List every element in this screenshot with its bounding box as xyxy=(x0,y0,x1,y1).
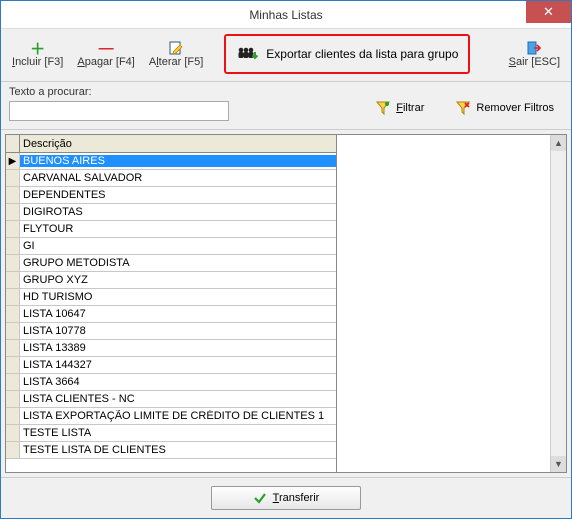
cell-descricao: GI xyxy=(20,240,336,252)
grid[interactable]: Descrição ▶BUENOS AIRES CARVANAL SALVADOR… xyxy=(5,134,337,473)
row-indicator xyxy=(6,425,20,441)
table-row[interactable]: CARVANAL SALVADOR xyxy=(6,170,336,187)
group-export-icon xyxy=(236,45,258,63)
cell-descricao: TESTE LISTA xyxy=(20,427,336,439)
table-row[interactable]: TESTE LISTA xyxy=(6,425,336,442)
table-row[interactable]: LISTA EXPORTAÇÃO LIMITE DE CRÉDITO DE CL… xyxy=(6,408,336,425)
remover-filtros-label: Remover Filtros xyxy=(476,102,554,114)
apagar-label: Apagar [F4] xyxy=(77,57,134,69)
row-indicator xyxy=(6,391,20,407)
search-input[interactable] xyxy=(9,101,229,121)
close-icon: ✕ xyxy=(543,4,554,20)
column-header-descricao[interactable]: Descrição xyxy=(20,138,336,150)
table-row[interactable]: GRUPO METODISTA xyxy=(6,255,336,272)
table-row[interactable]: LISTA CLIENTES - NC xyxy=(6,391,336,408)
incluir-label: Incluir [F3] xyxy=(12,57,63,69)
funnel-icon xyxy=(376,101,390,115)
scrollbar-vertical[interactable]: ▲ ▼ xyxy=(550,135,566,472)
cell-descricao: CARVANAL SALVADOR xyxy=(20,172,336,184)
cell-descricao: DIGIROTAS xyxy=(20,206,336,218)
table-row[interactable]: ▶BUENOS AIRES xyxy=(6,153,336,170)
row-indicator xyxy=(6,187,20,203)
cell-descricao: GRUPO METODISTA xyxy=(20,257,336,269)
exit-icon xyxy=(526,39,542,57)
cell-descricao: LISTA CLIENTES - NC xyxy=(20,393,336,405)
export-label: Exportar clientes da lista para grupo xyxy=(266,47,458,61)
cell-descricao: GRUPO XYZ xyxy=(20,274,336,286)
titlebar: Minhas Listas ✕ xyxy=(1,1,571,29)
sair-button[interactable]: Sair [ESC] xyxy=(504,33,565,75)
row-indicator xyxy=(6,221,20,237)
apagar-button[interactable]: — Apagar [F4] xyxy=(72,33,139,75)
table-row[interactable]: LISTA 10647 xyxy=(6,306,336,323)
cell-descricao: LISTA 13389 xyxy=(20,342,336,354)
row-indicator xyxy=(6,272,20,288)
transferir-button[interactable]: Transferir xyxy=(211,486,361,510)
row-indicator xyxy=(6,255,20,271)
check-icon xyxy=(253,491,267,505)
cell-descricao: LISTA 10778 xyxy=(20,325,336,337)
export-clients-button[interactable]: Exportar clientes da lista para grupo xyxy=(224,34,470,74)
alterar-button[interactable]: Alterar [F5] xyxy=(144,33,208,75)
table-row[interactable]: FLYTOUR xyxy=(6,221,336,238)
minus-icon: — xyxy=(99,39,114,57)
toolbar: ＋ Incluir [F3] — Apagar [F4] Alterar [F5… xyxy=(1,29,571,82)
funnel-remove-icon xyxy=(456,101,470,115)
table-row[interactable]: LISTA 3664 xyxy=(6,374,336,391)
table-row[interactable]: LISTA 144327 xyxy=(6,357,336,374)
cell-descricao: BUENOS AIRES xyxy=(20,155,336,167)
search-field-group: Texto a procurar: xyxy=(9,86,229,121)
filtrar-label: Filtrar xyxy=(396,102,424,114)
row-indicator xyxy=(6,408,20,424)
table-row[interactable]: DEPENDENTES xyxy=(6,187,336,204)
row-indicator xyxy=(6,289,20,305)
cell-descricao: LISTA 10647 xyxy=(20,308,336,320)
row-indicator xyxy=(6,204,20,220)
cell-descricao: DEPENDENTES xyxy=(20,189,336,201)
row-indicator-header xyxy=(6,135,20,152)
close-button[interactable]: ✕ xyxy=(526,1,571,23)
table-row[interactable]: HD TURISMO xyxy=(6,289,336,306)
row-indicator xyxy=(6,323,20,339)
cell-descricao: LISTA 3664 xyxy=(20,376,336,388)
remover-filtros-button[interactable]: Remover Filtros xyxy=(447,95,563,121)
cell-descricao: FLYTOUR xyxy=(20,223,336,235)
table-row[interactable]: DIGIROTAS xyxy=(6,204,336,221)
detail-panel: ▲ ▼ xyxy=(337,134,567,473)
search-row: Texto a procurar: Filtrar Remover Filtro… xyxy=(1,82,571,130)
row-indicator xyxy=(6,442,20,458)
window: Minhas Listas ✕ ＋ Incluir [F3] — Apagar … xyxy=(0,0,572,519)
row-indicator xyxy=(6,357,20,373)
incluir-button[interactable]: ＋ Incluir [F3] xyxy=(7,33,68,75)
scroll-down-icon[interactable]: ▼ xyxy=(551,456,566,472)
cell-descricao: LISTA 144327 xyxy=(20,359,336,371)
body-area: Descrição ▶BUENOS AIRES CARVANAL SALVADOR… xyxy=(1,130,571,477)
grid-header: Descrição xyxy=(6,135,336,153)
grid-rows: ▶BUENOS AIRES CARVANAL SALVADOR DEPENDENTE… xyxy=(6,153,336,472)
row-indicator xyxy=(6,238,20,254)
scroll-up-icon[interactable]: ▲ xyxy=(551,135,566,151)
row-indicator: ▶ xyxy=(6,153,20,169)
row-indicator xyxy=(6,306,20,322)
sair-label: Sair [ESC] xyxy=(509,57,560,69)
search-label: Texto a procurar: xyxy=(9,86,229,98)
row-indicator xyxy=(6,340,20,356)
row-indicator xyxy=(6,374,20,390)
table-row[interactable]: GI xyxy=(6,238,336,255)
table-row[interactable]: GRUPO XYZ xyxy=(6,272,336,289)
transferir-label: Transferir xyxy=(273,492,320,504)
cell-descricao: LISTA EXPORTAÇÃO LIMITE DE CRÉDITO DE CL… xyxy=(20,410,336,422)
table-row[interactable]: LISTA 13389 xyxy=(6,340,336,357)
footer: Transferir xyxy=(1,477,571,518)
window-title: Minhas Listas xyxy=(249,8,322,22)
table-row[interactable]: LISTA 10778 xyxy=(6,323,336,340)
table-row[interactable]: TESTE LISTA DE CLIENTES xyxy=(6,442,336,459)
row-indicator xyxy=(6,170,20,186)
edit-icon xyxy=(168,39,184,57)
plus-icon: ＋ xyxy=(30,39,45,57)
cell-descricao: TESTE LISTA DE CLIENTES xyxy=(20,444,336,456)
cell-descricao: HD TURISMO xyxy=(20,291,336,303)
filtrar-button[interactable]: Filtrar xyxy=(367,95,433,121)
alterar-label: Alterar [F5] xyxy=(149,57,203,69)
